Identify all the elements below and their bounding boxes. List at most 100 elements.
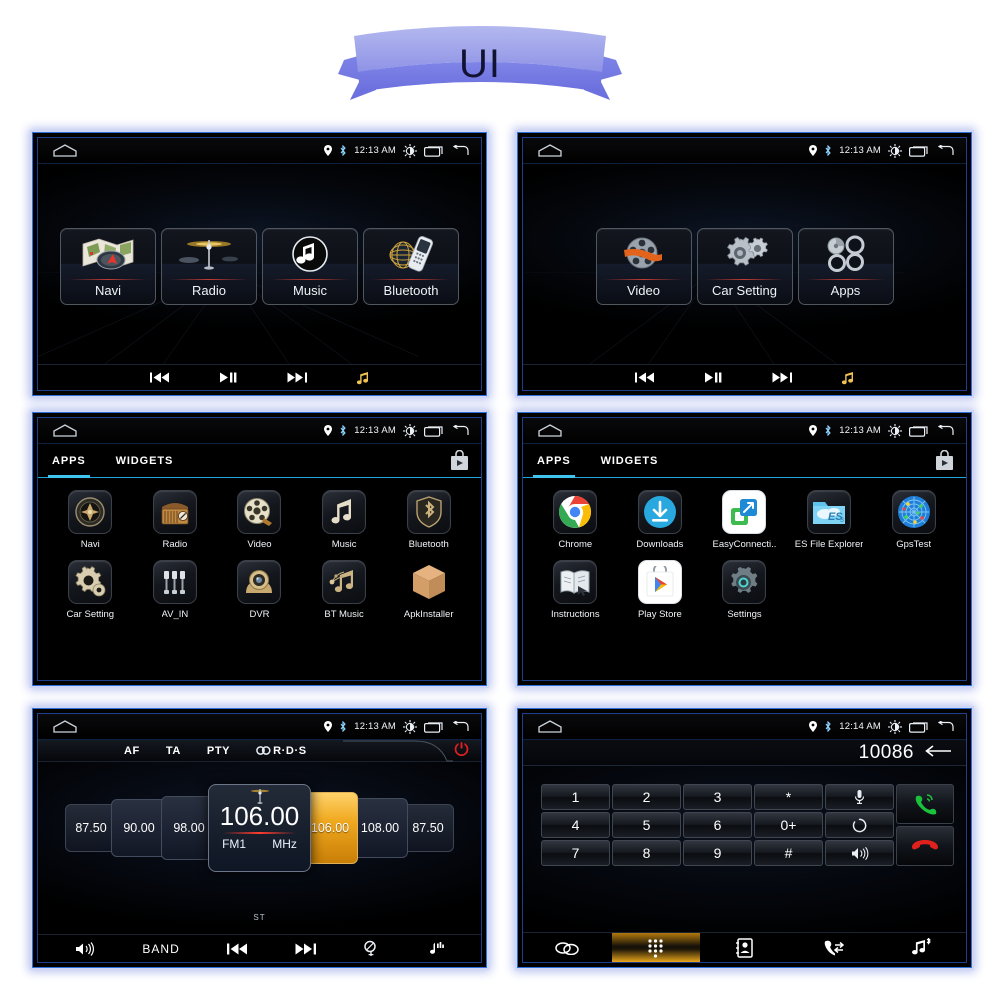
next-icon[interactable]	[295, 943, 316, 955]
app-play-store[interactable]: Play Store	[621, 560, 699, 620]
tab-widgets[interactable]: WIDGETS	[601, 444, 659, 477]
tab-widgets[interactable]: WIDGETS	[116, 444, 174, 477]
rds-af-button[interactable]: AF	[124, 745, 140, 757]
app-video[interactable]: Video	[220, 490, 298, 550]
app-downloads[interactable]: Downloads	[621, 490, 699, 550]
play-store-bag-icon[interactable]	[935, 450, 954, 471]
key-2[interactable]: 2	[612, 784, 681, 810]
mic-icon[interactable]	[825, 784, 894, 810]
home-tile-radio[interactable]: Radio	[161, 228, 257, 305]
key-1[interactable]: 1	[541, 784, 610, 810]
play-pause-icon[interactable]	[704, 372, 722, 383]
call-answer-icon[interactable]	[896, 784, 954, 824]
brightness-icon[interactable]	[888, 423, 902, 438]
app-av-in[interactable]: AV_IN	[136, 560, 214, 620]
recents-icon[interactable]	[909, 425, 929, 437]
app-instructions[interactable]: Instructions	[536, 560, 614, 620]
app-navi[interactable]: Navi	[51, 490, 129, 550]
app-car-setting[interactable]: Car Setting	[51, 560, 129, 620]
back-icon[interactable]	[936, 424, 954, 437]
key-5[interactable]: 5	[612, 812, 681, 838]
home-icon[interactable]	[537, 144, 563, 157]
key-9[interactable]: 9	[683, 840, 752, 866]
app-dvr[interactable]: DVR	[220, 560, 298, 620]
power-icon[interactable]	[454, 741, 469, 761]
tab-bt-music[interactable]	[877, 933, 966, 962]
speaker-icon[interactable]	[825, 840, 894, 866]
home-tile-bluetooth[interactable]: Bluetooth	[363, 228, 459, 305]
tab-contacts[interactable]	[700, 933, 789, 962]
tab-link[interactable]	[523, 933, 612, 962]
preset-chip[interactable]: 87.50	[402, 804, 454, 852]
prev-icon[interactable]	[149, 372, 170, 383]
music-note-icon[interactable]	[426, 941, 444, 957]
brightness-icon[interactable]	[403, 719, 417, 734]
app-bluetooth[interactable]: Bluetooth	[390, 490, 468, 550]
tab-apps[interactable]: APPS	[533, 444, 575, 478]
play-store-bag-icon[interactable]	[450, 450, 469, 471]
recents-icon[interactable]	[909, 145, 929, 157]
app-music[interactable]: Music	[305, 490, 383, 550]
home-tile-navi[interactable]: Navi	[60, 228, 156, 305]
brightness-icon[interactable]	[888, 719, 902, 734]
preset-chip[interactable]: 108.00	[352, 798, 408, 858]
key-star[interactable]: *	[754, 784, 823, 810]
app-gpstest[interactable]: GpsTest	[875, 490, 953, 550]
search-icon[interactable]	[363, 940, 379, 957]
sync-icon[interactable]	[825, 812, 894, 838]
home-icon[interactable]	[537, 720, 563, 733]
key-hash[interactable]: #	[754, 840, 823, 866]
tab-call-log[interactable]	[789, 933, 878, 962]
app-settings[interactable]: Settings	[705, 560, 783, 620]
home-icon[interactable]	[52, 144, 78, 157]
prev-icon[interactable]	[634, 372, 655, 383]
back-icon[interactable]	[936, 144, 954, 157]
band-button[interactable]: BAND	[142, 942, 179, 956]
back-icon[interactable]	[936, 720, 954, 733]
key-8[interactable]: 8	[612, 840, 681, 866]
tab-keypad[interactable]	[611, 933, 701, 962]
next-icon[interactable]	[287, 372, 307, 383]
key-0-plus[interactable]: 0+	[754, 812, 823, 838]
home-tile-apps[interactable]: Apps	[797, 228, 894, 305]
back-icon[interactable]	[451, 424, 469, 437]
brightness-icon[interactable]	[403, 423, 417, 438]
recents-icon[interactable]	[424, 721, 444, 733]
app-easyconnection[interactable]: EasyConnecti..	[705, 490, 783, 550]
app-chrome[interactable]: Chrome	[536, 490, 614, 550]
back-icon[interactable]	[451, 144, 469, 157]
home-icon[interactable]	[52, 424, 78, 437]
play-pause-icon[interactable]	[219, 372, 237, 383]
key-7[interactable]: 7	[541, 840, 610, 866]
dialed-number-display[interactable]: 10086	[523, 740, 966, 766]
tab-apps[interactable]: APPS	[48, 444, 90, 478]
recents-icon[interactable]	[424, 425, 444, 437]
home-tile-music[interactable]: Music	[262, 228, 358, 305]
brightness-icon[interactable]	[403, 143, 417, 158]
key-4[interactable]: 4	[541, 812, 610, 838]
home-tile-video[interactable]: Video	[595, 228, 692, 305]
recents-icon[interactable]	[424, 145, 444, 157]
app-apk-installer[interactable]: ApkInstaller	[390, 560, 468, 620]
backspace-arrow-icon[interactable]	[924, 744, 952, 762]
app-bt-music[interactable]: BT Music	[305, 560, 383, 620]
prev-icon[interactable]	[226, 943, 248, 955]
brightness-icon[interactable]	[888, 143, 902, 158]
back-icon[interactable]	[451, 720, 469, 733]
home-icon[interactable]	[537, 424, 563, 437]
key-3[interactable]: 3	[683, 784, 752, 810]
app-radio[interactable]: Radio	[136, 490, 214, 550]
key-6[interactable]: 6	[683, 812, 752, 838]
home-icon[interactable]	[52, 720, 78, 733]
next-icon[interactable]	[772, 372, 792, 383]
music-icon[interactable]	[356, 371, 370, 385]
speaker-icon[interactable]	[75, 941, 95, 956]
rds-ta-button[interactable]: TA	[166, 745, 181, 757]
rds-pty-button[interactable]: PTY	[207, 745, 230, 757]
music-icon[interactable]	[841, 371, 855, 385]
preset-chip[interactable]: 87.50	[65, 804, 117, 852]
call-end-icon[interactable]	[896, 826, 954, 866]
preset-chip[interactable]: 90.00	[111, 799, 167, 857]
home-tile-car-setting[interactable]: Car Setting	[696, 228, 793, 305]
recents-icon[interactable]	[909, 721, 929, 733]
